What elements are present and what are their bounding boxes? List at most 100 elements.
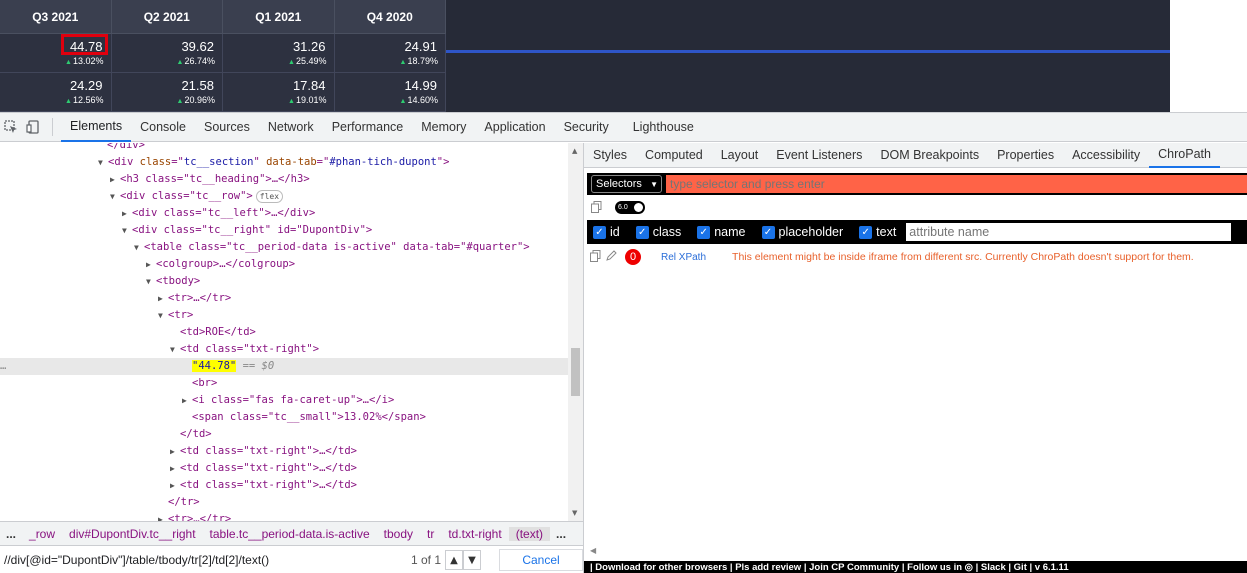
tab-memory[interactable]: Memory [412, 113, 475, 142]
dom-node[interactable]: ▶ <tr>…</tr> [0, 511, 568, 521]
previous-match-button[interactable]: ▲ [445, 550, 463, 570]
dom-node[interactable]: ▼ <div class="tc__row"> flex [0, 188, 568, 205]
dom-node[interactable]: </td> [0, 426, 568, 443]
tab-elements[interactable]: Elements [61, 113, 132, 142]
dom-node[interactable]: ▶ <h3 class="tc__heading">…</h3> [0, 171, 568, 188]
webpage-area: Q3 2021 Q2 2021 Q1 2021 Q4 2020 44.78 ▲13… [0, 0, 1247, 112]
expanded-arrow-icon[interactable]: ▼ [170, 341, 180, 358]
collapsed-arrow-icon[interactable]: ▶ [146, 256, 156, 273]
collapsed-arrow-icon[interactable]: ▶ [170, 443, 180, 460]
version-toggle[interactable]: 6.0 [615, 200, 645, 214]
device-toolbar-icon[interactable] [22, 116, 44, 138]
dom-node[interactable]: ▼ <div class="tc__section" data-tab="#pha… [0, 154, 568, 171]
copy-icon[interactable] [591, 200, 605, 214]
collapsed-arrow-icon[interactable]: ▶ [182, 392, 192, 409]
breadcrumb-overflow-left[interactable]: ... [0, 527, 22, 541]
cell-value: 39.62 [181, 39, 214, 54]
tab-computed[interactable]: Computed [636, 143, 712, 168]
dom-node[interactable]: ▼ <tr> [0, 307, 568, 324]
expanded-arrow-icon[interactable]: ▼ [134, 239, 144, 256]
version-label: 6.0 [618, 203, 628, 211]
dom-node[interactable]: ▶ <i class="fas fa-caret-up">…</i> [0, 392, 568, 409]
checkbox-placeholder[interactable]: ✓ placeholder [761, 225, 843, 239]
breadcrumb-item[interactable]: table.tc__period-data.is-active [203, 527, 377, 541]
flex-badge[interactable]: flex [255, 189, 284, 203]
collapsed-arrow-icon[interactable]: ▶ [158, 290, 168, 307]
expanded-arrow-icon[interactable]: ▼ [158, 307, 168, 324]
collapsed-arrow-icon[interactable]: ▶ [170, 460, 180, 477]
cancel-button[interactable]: Cancel [499, 549, 583, 571]
elements-scrollbar[interactable]: ▲ ▼ [568, 143, 583, 521]
dom-node[interactable]: ▶ <tr>…</tr> [0, 290, 568, 307]
dom-node[interactable]: ▼ <div class="tc__right" id="DupontDiv"> [0, 222, 568, 239]
edit-icon[interactable] [603, 250, 619, 264]
chropath-result-row: 0 Rel XPath This element might be inside… [587, 248, 1247, 266]
dom-node[interactable]: ▶ <colgroup>…</colgroup> [0, 256, 568, 273]
tab-security[interactable]: Security [555, 113, 618, 142]
breadcrumb-item[interactable]: tbody [377, 527, 420, 541]
breadcrumb-item-current[interactable]: (text) [508, 526, 551, 541]
dom-node[interactable]: ▼ <td class="txt-right"> [0, 341, 568, 358]
dom-node[interactable]: ▶ <td class="txt-right">…</td> [0, 477, 568, 494]
breadcrumb-item[interactable]: tr [420, 527, 441, 541]
selector-type-dropdown[interactable]: Selectors ▼ [591, 175, 662, 193]
tab-accessibility[interactable]: Accessibility [1063, 143, 1149, 168]
breadcrumb-overflow-right[interactable]: ... [550, 527, 572, 541]
dom-node[interactable]: ▶ <div class="tc__left">…</div> [0, 205, 568, 222]
tab-chropath[interactable]: ChroPath [1149, 143, 1220, 168]
collapsed-arrow-icon[interactable]: ▶ [122, 205, 132, 222]
next-match-button[interactable]: ▼ [463, 550, 481, 570]
dom-search-input[interactable] [4, 549, 399, 571]
copy-icon[interactable] [587, 249, 603, 265]
expanded-arrow-icon[interactable]: ▼ [110, 188, 120, 205]
selector-input[interactable] [666, 175, 1247, 193]
checkbox-id[interactable]: ✓ id [593, 225, 620, 239]
attribute-name-input[interactable] [906, 223, 1232, 241]
dom-node[interactable]: <span class="tc__small">13.02%</span> [0, 409, 568, 426]
checkbox-text[interactable]: ✓ text [859, 225, 896, 239]
devtools-tabbar: Elements Console Sources Network Perform… [0, 113, 1247, 142]
tab-lighthouse[interactable]: Lighthouse [624, 113, 703, 142]
dom-node[interactable]: ▶ <td class="txt-right">…</td> [0, 460, 568, 477]
collapsed-arrow-icon[interactable]: ▶ [158, 511, 168, 521]
scroll-down-icon[interactable]: ▼ [572, 509, 577, 517]
scroll-left-icon[interactable]: ◀ [590, 546, 596, 555]
tab-dom-breakpoints[interactable]: DOM Breakpoints [871, 143, 988, 168]
tab-console[interactable]: Console [131, 113, 195, 142]
checkbox-class[interactable]: ✓ class [635, 225, 682, 239]
tab-styles[interactable]: Styles [584, 143, 636, 168]
dom-node-selected[interactable]: … "44.78" == $0 [0, 358, 568, 375]
checkbox-name[interactable]: ✓ name [697, 225, 746, 239]
collapsed-arrow-icon[interactable]: ▶ [170, 477, 180, 494]
collapsed-arrow-icon[interactable]: ▶ [110, 171, 120, 188]
expanded-arrow-icon[interactable]: ▼ [146, 273, 156, 290]
dom-node[interactable]: </tr> [0, 494, 568, 511]
tab-application[interactable]: Application [475, 113, 554, 142]
sidebar-hscrollbar[interactable]: ◀ [584, 546, 1247, 558]
gutter-dots[interactable]: … [0, 358, 192, 375]
dom-node[interactable]: </div> [0, 143, 568, 154]
checkbox-label: class [652, 225, 682, 239]
inspect-element-icon[interactable] [0, 116, 22, 138]
tab-layout[interactable]: Layout [712, 143, 768, 168]
scroll-up-icon[interactable]: ▲ [572, 147, 577, 155]
expanded-arrow-icon[interactable]: ▼ [122, 222, 132, 239]
tab-properties[interactable]: Properties [988, 143, 1063, 168]
scrollbar-thumb[interactable] [571, 348, 580, 396]
dom-node[interactable]: <br> [0, 375, 568, 392]
checkmark-icon: ✓ [761, 225, 775, 239]
dom-node[interactable]: ▼ <table class="tc__period-data is-active… [0, 239, 568, 256]
dom-node[interactable]: ▶ <td class="txt-right">…</td> [0, 443, 568, 460]
breadcrumb-item[interactable]: td.txt-right [441, 527, 508, 541]
expanded-arrow-icon[interactable]: ▼ [98, 154, 108, 171]
breadcrumb-item[interactable]: div#DupontDiv.tc__right [62, 527, 203, 541]
cell-value: 24.29 [69, 78, 103, 93]
tab-event-listeners[interactable]: Event Listeners [767, 143, 871, 168]
dom-node[interactable]: <td>ROE</td> [0, 324, 568, 341]
tab-performance[interactable]: Performance [323, 113, 413, 142]
breadcrumb-item[interactable]: _row [22, 527, 62, 541]
caret-up-icon: ▲ [288, 59, 295, 66]
tab-network[interactable]: Network [259, 113, 323, 142]
dom-node[interactable]: ▼ <tbody> [0, 273, 568, 290]
tab-sources[interactable]: Sources [195, 113, 259, 142]
